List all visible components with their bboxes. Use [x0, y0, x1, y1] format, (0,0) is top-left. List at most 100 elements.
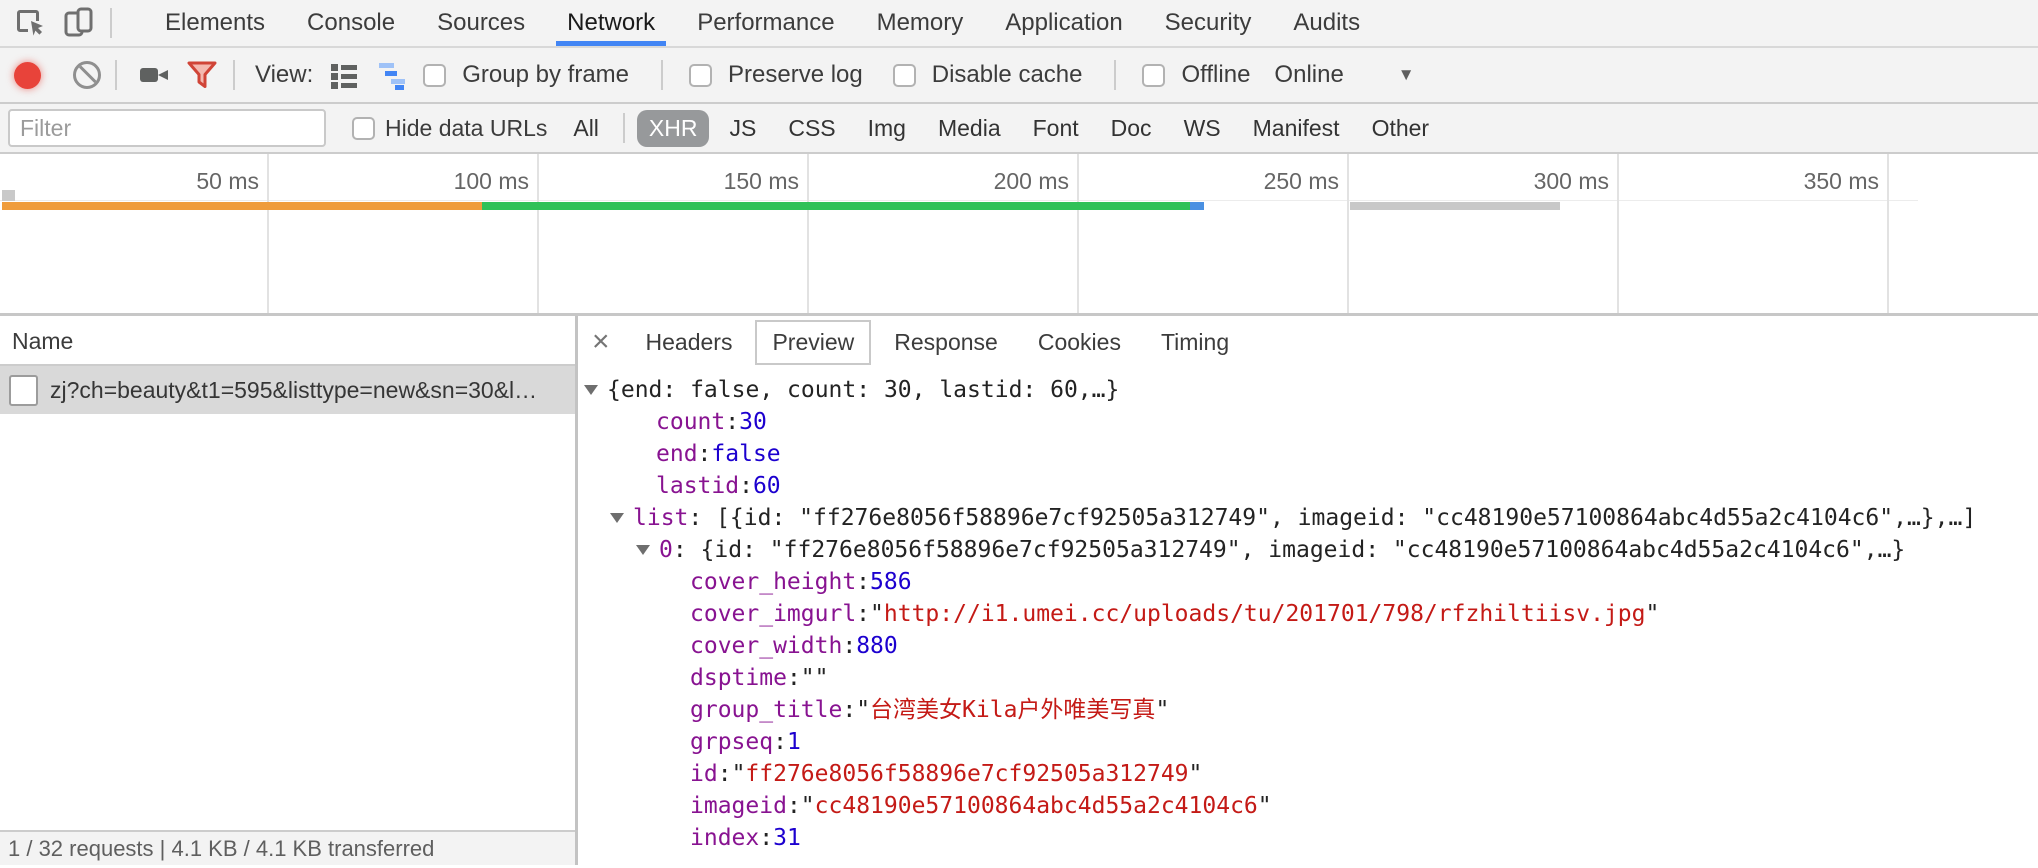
capture-screenshots-icon[interactable] [137, 58, 171, 92]
expand-triangle-icon[interactable] [610, 513, 624, 523]
tree-line[interactable]: dsptime: "" [690, 662, 2038, 694]
tree-key: imageid [690, 790, 787, 822]
tree-text: " [1189, 758, 1203, 790]
tree-line[interactable]: index: 31 [690, 822, 2038, 854]
overview-waterfall-segment [1350, 202, 1560, 210]
tree-key: count [656, 406, 725, 438]
timeline-tick-label: 300 ms [1459, 164, 1609, 198]
inspect-element-icon[interactable] [14, 6, 48, 40]
tab-security[interactable]: Security [1144, 0, 1273, 46]
status-bar: 1 / 32 requests | 4.1 KB / 4.1 KB transf… [0, 830, 575, 865]
timeline-overview[interactable]: 50 ms100 ms150 ms200 ms250 ms300 ms350 m… [0, 154, 2038, 316]
tree-line[interactable]: grpseq: 1 [690, 726, 2038, 758]
disable-cache-checkbox[interactable] [893, 64, 916, 87]
tree-line[interactable]: list: [{id: "ff276e8056f58896e7cf92505a3… [610, 502, 2038, 534]
timeline-gridline [1617, 154, 1619, 313]
detail-tabs-list: HeadersPreviewResponseCookiesTiming [626, 320, 1250, 365]
close-icon[interactable]: × [592, 327, 610, 357]
throttling-select[interactable]: Online [1274, 61, 1343, 89]
tree-line[interactable]: end: false [656, 438, 2038, 470]
tree-line[interactable]: imageid: "cc48190e57100864abc4d55a2c4104… [690, 790, 2038, 822]
tree-text: : [842, 694, 856, 726]
tree-line[interactable]: group_title: "台湾美女Kila户外唯美写真" [690, 694, 2038, 726]
view-label: View: [255, 61, 313, 89]
filter-type-ws[interactable]: WS [1172, 110, 1233, 147]
filter-input[interactable] [8, 109, 326, 147]
tree-string: cc48190e57100864abc4d55a2c4104c6 [815, 790, 1258, 822]
tree-line[interactable]: id: "ff276e8056f58896e7cf92505a312749" [690, 758, 2038, 790]
tree-text: : [725, 406, 739, 438]
tab-audits[interactable]: Audits [1272, 0, 1381, 46]
detail-tab-cookies[interactable]: Cookies [1021, 320, 1138, 365]
filter-type-other[interactable]: Other [1360, 110, 1442, 147]
hide-data-urls-checkbox[interactable] [352, 117, 375, 140]
devtools-window: ElementsConsoleSourcesNetworkPerformance… [0, 0, 2038, 868]
detail-tab-preview[interactable]: Preview [755, 320, 871, 365]
divider [233, 60, 235, 90]
tab-elements[interactable]: Elements [144, 0, 286, 46]
filter-funnel-icon[interactable] [185, 58, 219, 92]
detail-tab-headers[interactable]: Headers [629, 320, 750, 365]
timeline-tick-label: 50 ms [109, 164, 259, 198]
tree-key: cover_width [690, 630, 842, 662]
timeline-tick-label: 250 ms [1189, 164, 1339, 198]
filter-type-js[interactable]: JS [717, 110, 768, 147]
filter-type-all[interactable]: All [561, 110, 611, 147]
filter-type-xhr[interactable]: XHR [637, 110, 710, 147]
clear-icon[interactable] [73, 61, 101, 89]
timeline-tick-label: 100 ms [379, 164, 529, 198]
filter-type-font[interactable]: Font [1021, 110, 1091, 147]
tab-network[interactable]: Network [546, 0, 676, 46]
divider [661, 60, 663, 90]
tree-number: 60 [753, 470, 781, 502]
tree-line[interactable]: lastid: 60 [656, 470, 2038, 502]
request-row[interactable]: zj?ch=beauty&t1=595&listtype=new&sn=30&l… [0, 366, 575, 414]
filter-type-img[interactable]: Img [856, 110, 918, 147]
tree-string: http://i1.umei.cc/uploads/tu/201701/798/… [884, 598, 1646, 630]
tab-application[interactable]: Application [984, 0, 1143, 46]
request-name[interactable]: zj?ch=beauty&t1=595&listtype=new&sn=30&l… [50, 377, 537, 404]
filter-type-css[interactable]: CSS [776, 110, 847, 147]
expand-triangle-icon[interactable] [636, 545, 650, 555]
timeline-gridline [1347, 154, 1349, 313]
tree-text: " [1646, 598, 1660, 630]
toggle-device-toolbar-icon[interactable] [62, 6, 96, 40]
filter-type-doc[interactable]: Doc [1099, 110, 1164, 147]
overview-leading-chip [2, 190, 15, 201]
main-tab-bar: ElementsConsoleSourcesNetworkPerformance… [0, 0, 2038, 48]
overview-waterfall-segment [2, 202, 482, 210]
tree-text: : [856, 566, 870, 598]
tab-performance[interactable]: Performance [676, 0, 855, 46]
tab-sources[interactable]: Sources [416, 0, 546, 46]
chevron-down-icon[interactable]: ▼ [1398, 65, 1415, 85]
offline-checkbox[interactable] [1142, 64, 1165, 87]
tree-line[interactable]: cover_imgurl: "http://i1.umei.cc/uploads… [690, 598, 2038, 630]
tree-text: " [732, 758, 746, 790]
group-by-frame-checkbox[interactable] [423, 64, 446, 87]
tree-text: " [1258, 790, 1272, 822]
record-icon[interactable] [14, 62, 41, 89]
tree-line[interactable]: cover_width: 880 [690, 630, 2038, 662]
tree-line[interactable]: {end: false, count: 30, lastid: 60,…} [584, 374, 2038, 406]
expand-triangle-icon[interactable] [584, 385, 598, 395]
tree-text: : [739, 470, 753, 502]
request-checkbox[interactable] [9, 375, 38, 406]
waterfall-view-icon[interactable] [377, 58, 411, 92]
filter-type-media[interactable]: Media [926, 110, 1013, 147]
tree-line[interactable]: count: 30 [656, 406, 2038, 438]
list-view-icon[interactable] [327, 58, 361, 92]
tree-number: 586 [870, 566, 912, 598]
name-column-header[interactable]: Name [0, 316, 575, 366]
timeline-gridline [1887, 154, 1889, 313]
tree-key: list [633, 502, 688, 534]
detail-tab-response[interactable]: Response [877, 320, 1015, 365]
tree-line[interactable]: 0: {id: "ff276e8056f58896e7cf92505a31274… [636, 534, 2038, 566]
filter-type-manifest[interactable]: Manifest [1241, 110, 1352, 147]
tab-console[interactable]: Console [286, 0, 416, 46]
tree-number: 880 [856, 630, 898, 662]
preserve-log-checkbox[interactable] [689, 64, 712, 87]
tree-text: " [1155, 694, 1169, 726]
detail-tab-timing[interactable]: Timing [1144, 320, 1246, 365]
tree-line[interactable]: cover_height: 586 [690, 566, 2038, 598]
tab-memory[interactable]: Memory [856, 0, 985, 46]
